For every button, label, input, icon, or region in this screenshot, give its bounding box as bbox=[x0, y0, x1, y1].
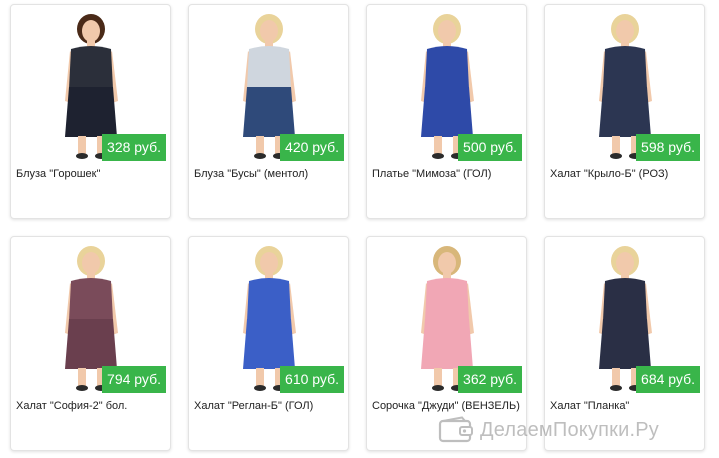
product-title[interactable]: Сорочка "Джуди" (ВЕНЗЕЛЬ) bbox=[372, 399, 523, 413]
product-card[interactable]: 794 руб. Халат "София-2" бол. bbox=[10, 236, 171, 451]
product-title[interactable]: Блуза "Горошек" bbox=[16, 167, 167, 181]
price-badge: 420 руб. bbox=[280, 134, 344, 161]
wallet-icon bbox=[438, 416, 474, 444]
price-badge: 794 руб. bbox=[102, 366, 166, 393]
product-card[interactable]: 598 руб. Халат "Крыло-Б" (РОЗ) bbox=[544, 4, 705, 219]
product-card[interactable]: 610 руб. Халат "Реглан-Б" (ГОЛ) bbox=[188, 236, 349, 451]
product-card[interactable]: 328 руб. Блуза "Горошек" bbox=[10, 4, 171, 219]
product-title[interactable]: Халат "Реглан-Б" (ГОЛ) bbox=[194, 399, 345, 413]
price-badge: 500 руб. bbox=[458, 134, 522, 161]
price-badge: 610 руб. bbox=[280, 366, 344, 393]
product-title[interactable]: Халат "Планка" bbox=[550, 399, 701, 413]
site-watermark: ДелаемПокупки.Ру bbox=[438, 414, 659, 446]
product-card[interactable]: 500 руб. Платье "Мимоза" (ГОЛ) bbox=[366, 4, 527, 219]
product-grid: 328 руб. Блуза "Горошек" 420 руб. Блуза … bbox=[0, 0, 719, 458]
product-title[interactable]: Платье "Мимоза" (ГОЛ) bbox=[372, 167, 523, 181]
watermark-text: ДелаемПокупки.Ру bbox=[480, 418, 659, 441]
product-title[interactable]: Блуза "Бусы" (ментол) bbox=[194, 167, 345, 181]
price-badge: 328 руб. bbox=[102, 134, 166, 161]
product-title[interactable]: Халат "София-2" бол. bbox=[16, 399, 167, 413]
product-title[interactable]: Халат "Крыло-Б" (РОЗ) bbox=[550, 167, 701, 181]
product-card[interactable]: 420 руб. Блуза "Бусы" (ментол) bbox=[188, 4, 349, 219]
price-badge: 684 руб. bbox=[636, 366, 700, 393]
price-badge: 598 руб. bbox=[636, 134, 700, 161]
price-badge: 362 руб. bbox=[458, 366, 522, 393]
